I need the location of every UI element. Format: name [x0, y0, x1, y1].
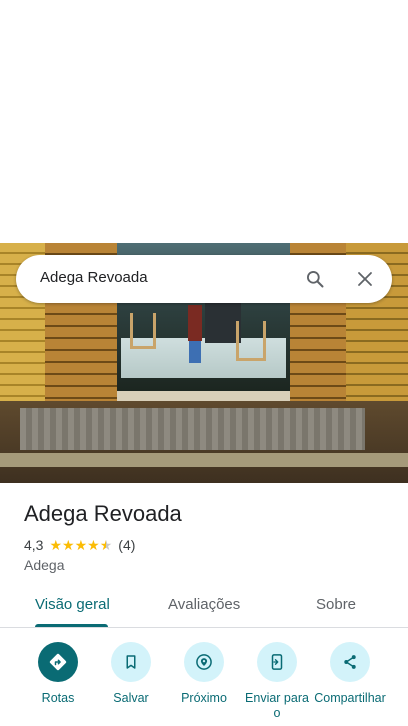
nearby-icon [196, 654, 212, 670]
share-icon [344, 655, 356, 669]
tab-reviews[interactable]: Avaliações [168, 596, 240, 613]
save-label: Salvar [113, 691, 149, 705]
review-count: (4) [118, 537, 136, 553]
photo-sidewalk [20, 408, 365, 450]
half-star-icon: ★ [99, 537, 113, 553]
bookmark-icon [126, 655, 136, 669]
directions-button-circle[interactable] [38, 642, 78, 682]
close-icon [358, 272, 372, 286]
place-category: Adega [24, 557, 65, 573]
save-button-circle[interactable] [111, 642, 151, 682]
rating-value: 4,3 [24, 537, 44, 553]
photo-chair [236, 321, 266, 361]
directions-icon [49, 653, 67, 671]
photo-curb [0, 453, 408, 467]
star-icon: ★ [49, 537, 63, 553]
send-to-phone-button-circle[interactable] [257, 642, 297, 682]
rating-row[interactable]: 4,3 ★ ★ ★ ★ ★ (4) [24, 537, 135, 553]
star-icon: ★ [62, 537, 75, 553]
photo-person-legs [189, 341, 201, 363]
nearby-button-circle[interactable] [184, 642, 224, 682]
photo-person [188, 305, 202, 341]
send-to-phone-icon [271, 654, 283, 670]
search-input[interactable]: Adega Revoada [40, 269, 148, 286]
nearby-label: Próximo [181, 691, 227, 705]
tab-overview[interactable]: Visão geral [35, 596, 110, 613]
share-button[interactable]: Compartilhar [310, 642, 390, 706]
share-button-circle[interactable] [330, 642, 370, 682]
directions-label: Rotas [41, 691, 75, 705]
photo-step [117, 391, 290, 401]
clear-search-button[interactable] [352, 266, 378, 292]
place-title: Adega Revoada [24, 501, 182, 526]
tab-bar: Visão geral Avaliações Sobre [0, 588, 408, 628]
star-icon: ★ [87, 537, 100, 553]
share-label: Compartilhar [314, 691, 386, 705]
search-bar[interactable]: Adega Revoada [16, 255, 392, 303]
rating-stars: ★ ★ ★ ★ ★ [49, 538, 112, 552]
tab-about[interactable]: Sobre [316, 596, 356, 613]
nearby-button[interactable]: Próximo [164, 642, 244, 706]
directions-button[interactable]: Rotas [18, 642, 98, 706]
search-button[interactable] [302, 266, 328, 292]
search-icon [307, 271, 324, 288]
send-to-phone-label: Enviar para o [245, 691, 309, 720]
photo-chair [130, 313, 156, 349]
tabs-divider [0, 627, 408, 628]
save-button[interactable]: Salvar [91, 642, 171, 706]
star-icon: ★ [74, 537, 88, 553]
send-to-phone-button[interactable]: Enviar para o [237, 642, 317, 721]
